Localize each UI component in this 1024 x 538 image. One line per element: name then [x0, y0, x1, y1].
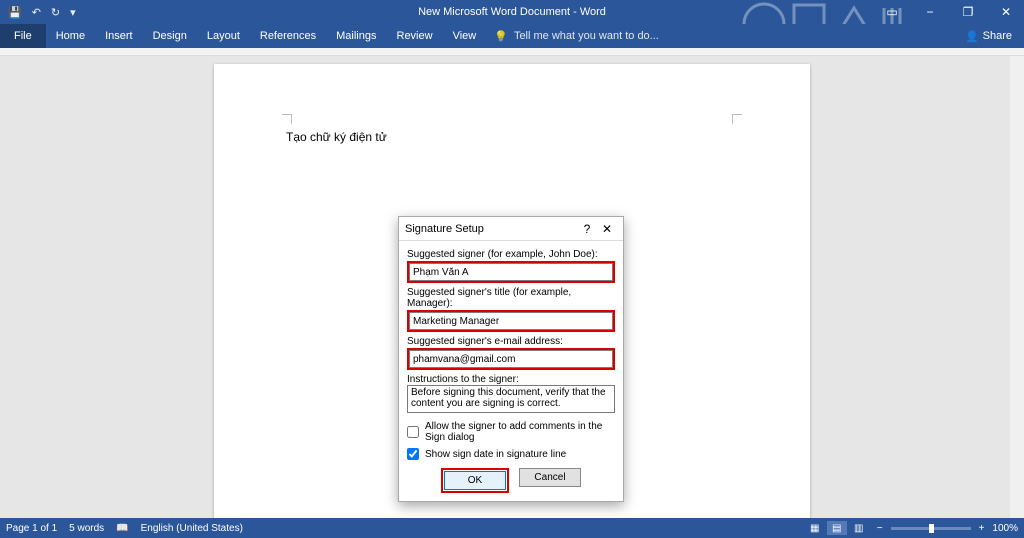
tab-layout[interactable]: Layout	[197, 24, 250, 48]
close-button[interactable]: ✕	[988, 5, 1024, 19]
signer-input[interactable]	[409, 263, 613, 281]
undo-icon[interactable]: ↶	[32, 6, 41, 19]
signer-email-input[interactable]	[409, 350, 613, 368]
allow-comments-checkbox[interactable]	[407, 426, 419, 438]
instructions-label: Instructions to the signer:	[407, 374, 615, 385]
margin-marker-top-left	[282, 114, 292, 124]
view-switcher: ▦ ▤ ▥	[805, 521, 869, 535]
spellcheck-icon[interactable]: 📖	[116, 523, 128, 534]
dialog-body: Suggested signer (for example, John Doe)…	[399, 241, 623, 501]
tab-insert[interactable]: Insert	[95, 24, 143, 48]
tab-home[interactable]: Home	[46, 24, 95, 48]
file-tab[interactable]: File	[0, 24, 46, 48]
dialog-titlebar[interactable]: Signature Setup ? ✕	[399, 217, 623, 241]
save-icon[interactable]: 💾	[8, 6, 22, 19]
vertical-scrollbar[interactable]	[1010, 56, 1024, 518]
status-bar: Page 1 of 1 5 words 📖 English (United St…	[0, 518, 1024, 538]
decorative-pattern	[734, 0, 934, 24]
tell-me-search[interactable]: 💡 Tell me what you want to do...	[494, 30, 659, 43]
signer-title-label: Suggested signer's title (for example, M…	[407, 287, 615, 309]
signer-email-highlight	[407, 348, 615, 370]
share-button[interactable]: 👤 Share	[953, 30, 1024, 43]
zoom-level[interactable]: 100%	[992, 523, 1018, 534]
allow-comments-row: Allow the signer to add comments in the …	[407, 421, 615, 443]
show-date-row: Show sign date in signature line	[407, 448, 615, 460]
zoom-slider-thumb[interactable]	[929, 524, 934, 533]
instructions-textarea[interactable]: Before signing this document, verify tha…	[407, 385, 615, 413]
allow-comments-label: Allow the signer to add comments in the …	[425, 421, 615, 443]
tell-me-placeholder: Tell me what you want to do...	[514, 30, 659, 42]
show-date-label: Show sign date in signature line	[425, 449, 566, 460]
page-status[interactable]: Page 1 of 1	[6, 523, 57, 534]
zoom-slider[interactable]	[891, 527, 971, 530]
document-area: Tạo chữ ký điện tử Signature Setup ? ✕ S…	[0, 56, 1024, 518]
share-icon: 👤	[965, 30, 979, 43]
ok-button-highlight: OK	[441, 468, 509, 493]
lightbulb-icon: 💡	[494, 30, 508, 43]
dialog-title: Signature Setup	[405, 223, 577, 235]
margin-marker-top-right	[732, 114, 742, 124]
zoom-out-button[interactable]: −	[877, 523, 883, 534]
ruler-strip	[0, 48, 1024, 56]
ribbon-tabs: File Home Insert Design Layout Reference…	[0, 24, 1024, 48]
status-right: ▦ ▤ ▥ − + 100%	[805, 521, 1018, 535]
tab-design[interactable]: Design	[143, 24, 197, 48]
tab-view[interactable]: View	[443, 24, 487, 48]
ok-button[interactable]: OK	[444, 471, 506, 490]
signer-title-input[interactable]	[409, 312, 613, 330]
language-status[interactable]: English (United States)	[141, 523, 243, 534]
document-body-text[interactable]: Tạo chữ ký điện tử	[286, 130, 387, 144]
print-layout-icon[interactable]: ▤	[827, 521, 847, 535]
tab-review[interactable]: Review	[387, 24, 443, 48]
zoom-in-button[interactable]: +	[979, 523, 985, 534]
dialog-help-button[interactable]: ?	[577, 222, 597, 236]
signature-setup-dialog: Signature Setup ? ✕ Suggested signer (fo…	[398, 216, 624, 502]
signer-email-label: Suggested signer's e-mail address:	[407, 336, 615, 347]
signer-title-highlight	[407, 310, 615, 332]
dialog-close-button[interactable]: ✕	[597, 222, 617, 236]
redo-icon[interactable]: ↻	[51, 6, 60, 19]
read-mode-icon[interactable]: ▦	[805, 521, 825, 535]
quick-access-toolbar: 💾 ↶ ↻ ▾	[0, 6, 76, 19]
tab-references[interactable]: References	[250, 24, 326, 48]
cancel-button[interactable]: Cancel	[519, 468, 581, 487]
share-label: Share	[983, 30, 1012, 42]
window-title: New Microsoft Word Document - Word	[418, 6, 606, 18]
show-date-checkbox[interactable]	[407, 448, 419, 460]
dialog-buttons: OK Cancel	[407, 468, 615, 493]
tab-mailings[interactable]: Mailings	[326, 24, 386, 48]
title-bar: 💾 ↶ ↻ ▾ New Microsoft Word Document - Wo…	[0, 0, 1024, 24]
signer-label: Suggested signer (for example, John Doe)…	[407, 249, 615, 260]
restore-button[interactable]: ❐	[950, 5, 986, 19]
signer-highlight	[407, 261, 615, 283]
qat-customize-icon[interactable]: ▾	[70, 6, 76, 19]
word-count[interactable]: 5 words	[69, 523, 104, 534]
web-layout-icon[interactable]: ▥	[849, 521, 869, 535]
